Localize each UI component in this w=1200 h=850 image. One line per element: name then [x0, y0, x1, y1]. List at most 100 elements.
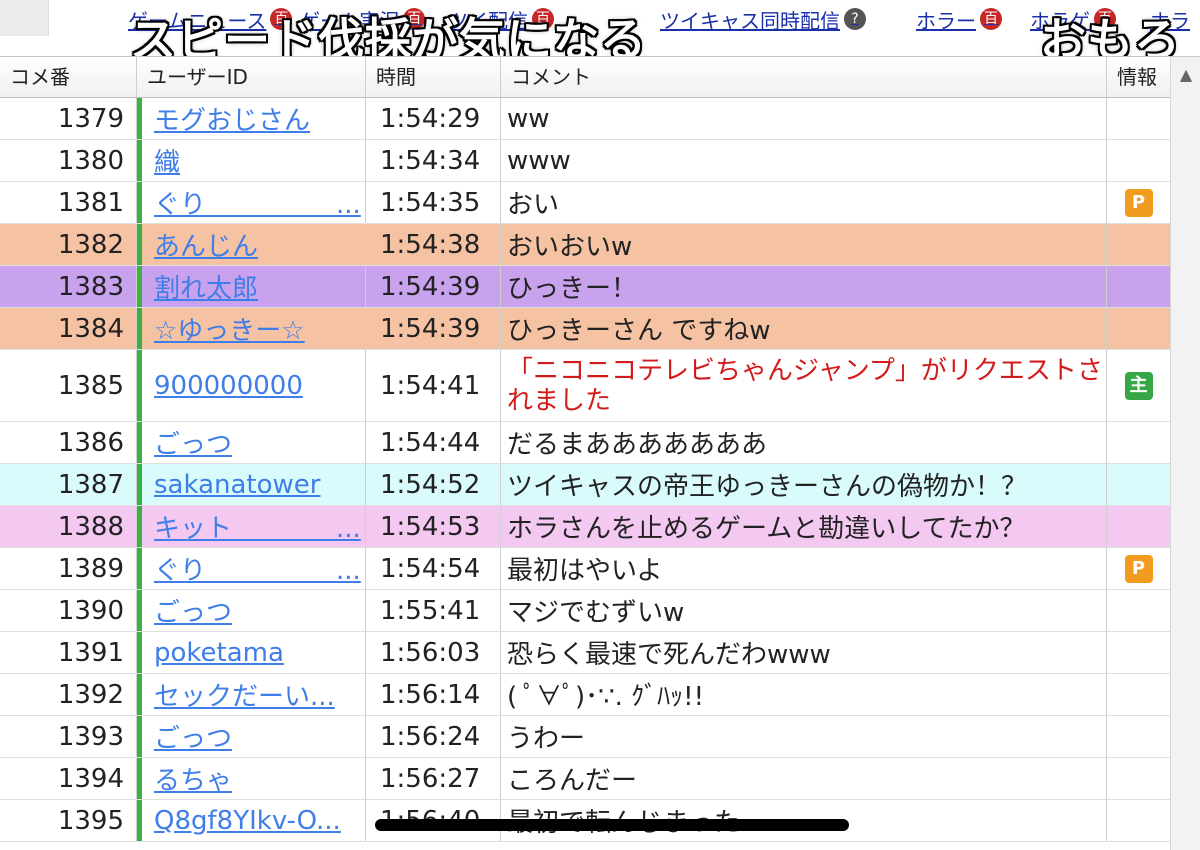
info-cell: [1107, 632, 1170, 673]
home-indicator[interactable]: [375, 819, 849, 831]
comment-row[interactable]: 1379 モグおじさん 1:54:29 ww: [0, 98, 1170, 140]
comment-time: 1:56:14: [366, 674, 501, 715]
comment-time: 1:54:29: [366, 98, 501, 139]
info-cell: [1107, 98, 1170, 139]
comment-text: うわー: [501, 716, 1107, 757]
comment-row[interactable]: 1385 900000000 1:54:41 「ニコニコテレビちゃんジャンプ」がリクエ…: [0, 350, 1170, 422]
user-id-link[interactable]: poketama: [154, 638, 284, 668]
video-caption-right: おもろ: [1040, 13, 1181, 57]
comment-row[interactable]: 1380 織 1:54:34 www: [0, 140, 1170, 182]
comment-row[interactable]: 1394 るちゃ 1:56:27 ころんだー: [0, 758, 1170, 800]
tag-label[interactable]: ホラー: [916, 5, 976, 34]
comment-row[interactable]: 1393 ごっつ 1:56:24 うわー: [0, 716, 1170, 758]
user-id-link[interactable]: キット ...: [154, 508, 361, 545]
comment-text: www: [501, 140, 1107, 181]
comment-row[interactable]: 1384 ☆ゆっきー☆ 1:54:39 ひっきーさん ですねw: [0, 308, 1170, 350]
user-id-link[interactable]: モグおじさん: [154, 100, 310, 137]
column-header-comment[interactable]: コメント: [501, 57, 1107, 97]
comment-row[interactable]: 1389 ぐり ... 1:54:54 最初はやいよ P: [0, 548, 1170, 590]
comment-number: 1379: [0, 98, 137, 139]
vertical-scrollbar[interactable]: ▲: [1170, 57, 1200, 850]
comment-row[interactable]: 1381 ぐり ... 1:54:35 おい P: [0, 182, 1170, 224]
info-cell: 主: [1107, 350, 1170, 421]
column-header-time[interactable]: 時間: [366, 57, 501, 97]
comment-number: 1392: [0, 674, 137, 715]
premium-badge-icon: P: [1124, 188, 1153, 217]
user-id-link[interactable]: 割れ太郎: [154, 268, 258, 305]
comment-time: 1:54:41: [366, 350, 501, 421]
user-id-link[interactable]: ごっつ: [154, 592, 232, 629]
user-id-link[interactable]: ☆ゆっきー☆: [154, 310, 305, 347]
user-id-cell: 割れ太郎: [137, 266, 366, 307]
comment-text: 最初はやいよ: [501, 548, 1107, 589]
comment-time: 1:54:38: [366, 224, 501, 265]
comment-time: 1:54:35: [366, 182, 501, 223]
info-cell: P: [1107, 548, 1170, 589]
encyclopedia-icon[interactable]: 百: [980, 8, 1002, 30]
comment-row[interactable]: 1391 poketama 1:56:03 恐らく最速で死んだわwww: [0, 632, 1170, 674]
user-id-link[interactable]: ごっつ: [154, 424, 232, 461]
comment-time: 1:54:39: [366, 308, 501, 349]
user-id-link[interactable]: Q8gf8YIkv-O...: [154, 806, 341, 836]
comment-row[interactable]: 1388 キット ... 1:54:53 ホラさんを止めるゲームと勘違いしてたか？: [0, 506, 1170, 548]
comment-row[interactable]: 1382 あんじん 1:54:38 おいおいw: [0, 224, 1170, 266]
premium-badge-icon: P: [1124, 554, 1153, 583]
user-id-cell: ☆ゆっきー☆: [137, 308, 366, 349]
comment-time: 1:54:39: [366, 266, 501, 307]
comment-number: 1383: [0, 266, 137, 307]
comment-text: 恐らく最速で死んだわwww: [501, 632, 1107, 673]
comment-number: 1393: [0, 716, 137, 757]
user-id-link[interactable]: ぐり ...: [154, 550, 361, 587]
user-id-link[interactable]: 織: [154, 142, 180, 179]
tag-label[interactable]: ツイキャス同時配信: [660, 5, 840, 34]
tag-bar-corner: [0, 0, 49, 36]
help-icon[interactable]: ?: [844, 8, 866, 30]
user-id-cell: あんじん: [137, 224, 366, 265]
column-header-info[interactable]: 情報: [1107, 57, 1170, 97]
comment-row[interactable]: 1390 ごっつ 1:55:41 マジでむずいw: [0, 590, 1170, 632]
user-id-link[interactable]: ごっつ: [154, 718, 232, 755]
user-id-link[interactable]: ぐり ...: [154, 184, 361, 221]
comment-text: ホラさんを止めるゲームと勘違いしてたか？: [501, 506, 1107, 547]
user-id-cell: 900000000: [137, 350, 366, 421]
user-id-link[interactable]: 900000000: [154, 371, 303, 401]
comment-row[interactable]: 1387 sakanatower 1:54:52 ツイキャスの帝王ゆっきーさんの偽物か…: [0, 464, 1170, 506]
user-id-link[interactable]: セックだーい...: [154, 676, 335, 713]
column-header-number[interactable]: コメ番: [0, 57, 137, 97]
comment-number: 1387: [0, 464, 137, 505]
user-id-link[interactable]: sakanatower: [154, 470, 320, 500]
comment-text: 「ニコニコテレビちゃんジャンプ」がリクエストされました: [501, 350, 1107, 421]
comment-text: ww: [501, 98, 1107, 139]
comment-number: 1380: [0, 140, 137, 181]
info-cell: P: [1107, 182, 1170, 223]
video-caption-main: スピード伐採が気になる: [130, 13, 647, 57]
user-id-cell: ごっつ: [137, 590, 366, 631]
user-id-cell: poketama: [137, 632, 366, 673]
info-cell: [1107, 590, 1170, 631]
user-id-cell: セックだーい...: [137, 674, 366, 715]
info-cell: [1107, 140, 1170, 181]
comment-row[interactable]: 1386 ごっつ 1:54:44 だるまあああああああ: [0, 422, 1170, 464]
tag-link[interactable]: ツイキャス同時配信 ?: [660, 5, 866, 34]
comment-text: ( ﾟ∀ﾟ)･∵. ｸﾞﾊｯ!!: [501, 674, 1107, 715]
user-id-link[interactable]: るちゃ: [154, 760, 232, 797]
user-id-cell: sakanatower: [137, 464, 366, 505]
column-header-user-id[interactable]: ユーザーID: [137, 57, 366, 97]
comment-text: おい: [501, 182, 1107, 223]
comment-row[interactable]: 1392 セックだーい... 1:56:14( ﾟ∀ﾟ)･∵. ｸﾞﾊｯ!!: [0, 674, 1170, 716]
comment-number: 1391: [0, 632, 137, 673]
comment-row[interactable]: 1383 割れ太郎 1:54:39 ひっきー！: [0, 266, 1170, 308]
user-id-cell: 織: [137, 140, 366, 181]
info-cell: [1107, 674, 1170, 715]
info-cell: [1107, 464, 1170, 505]
tag-link[interactable]: ホラー 百: [916, 5, 1002, 34]
comment-time: 1:54:53: [366, 506, 501, 547]
user-id-cell: モグおじさん: [137, 98, 366, 139]
user-id-cell: るちゃ: [137, 758, 366, 799]
owner-badge-icon: 主: [1124, 371, 1153, 400]
user-id-cell: キット ...: [137, 506, 366, 547]
user-id-link[interactable]: あんじん: [154, 226, 258, 263]
comment-text: ひっきーさん ですねw: [501, 308, 1107, 349]
scroll-up-arrow-icon[interactable]: ▲: [1171, 57, 1200, 93]
info-cell: [1107, 800, 1170, 841]
